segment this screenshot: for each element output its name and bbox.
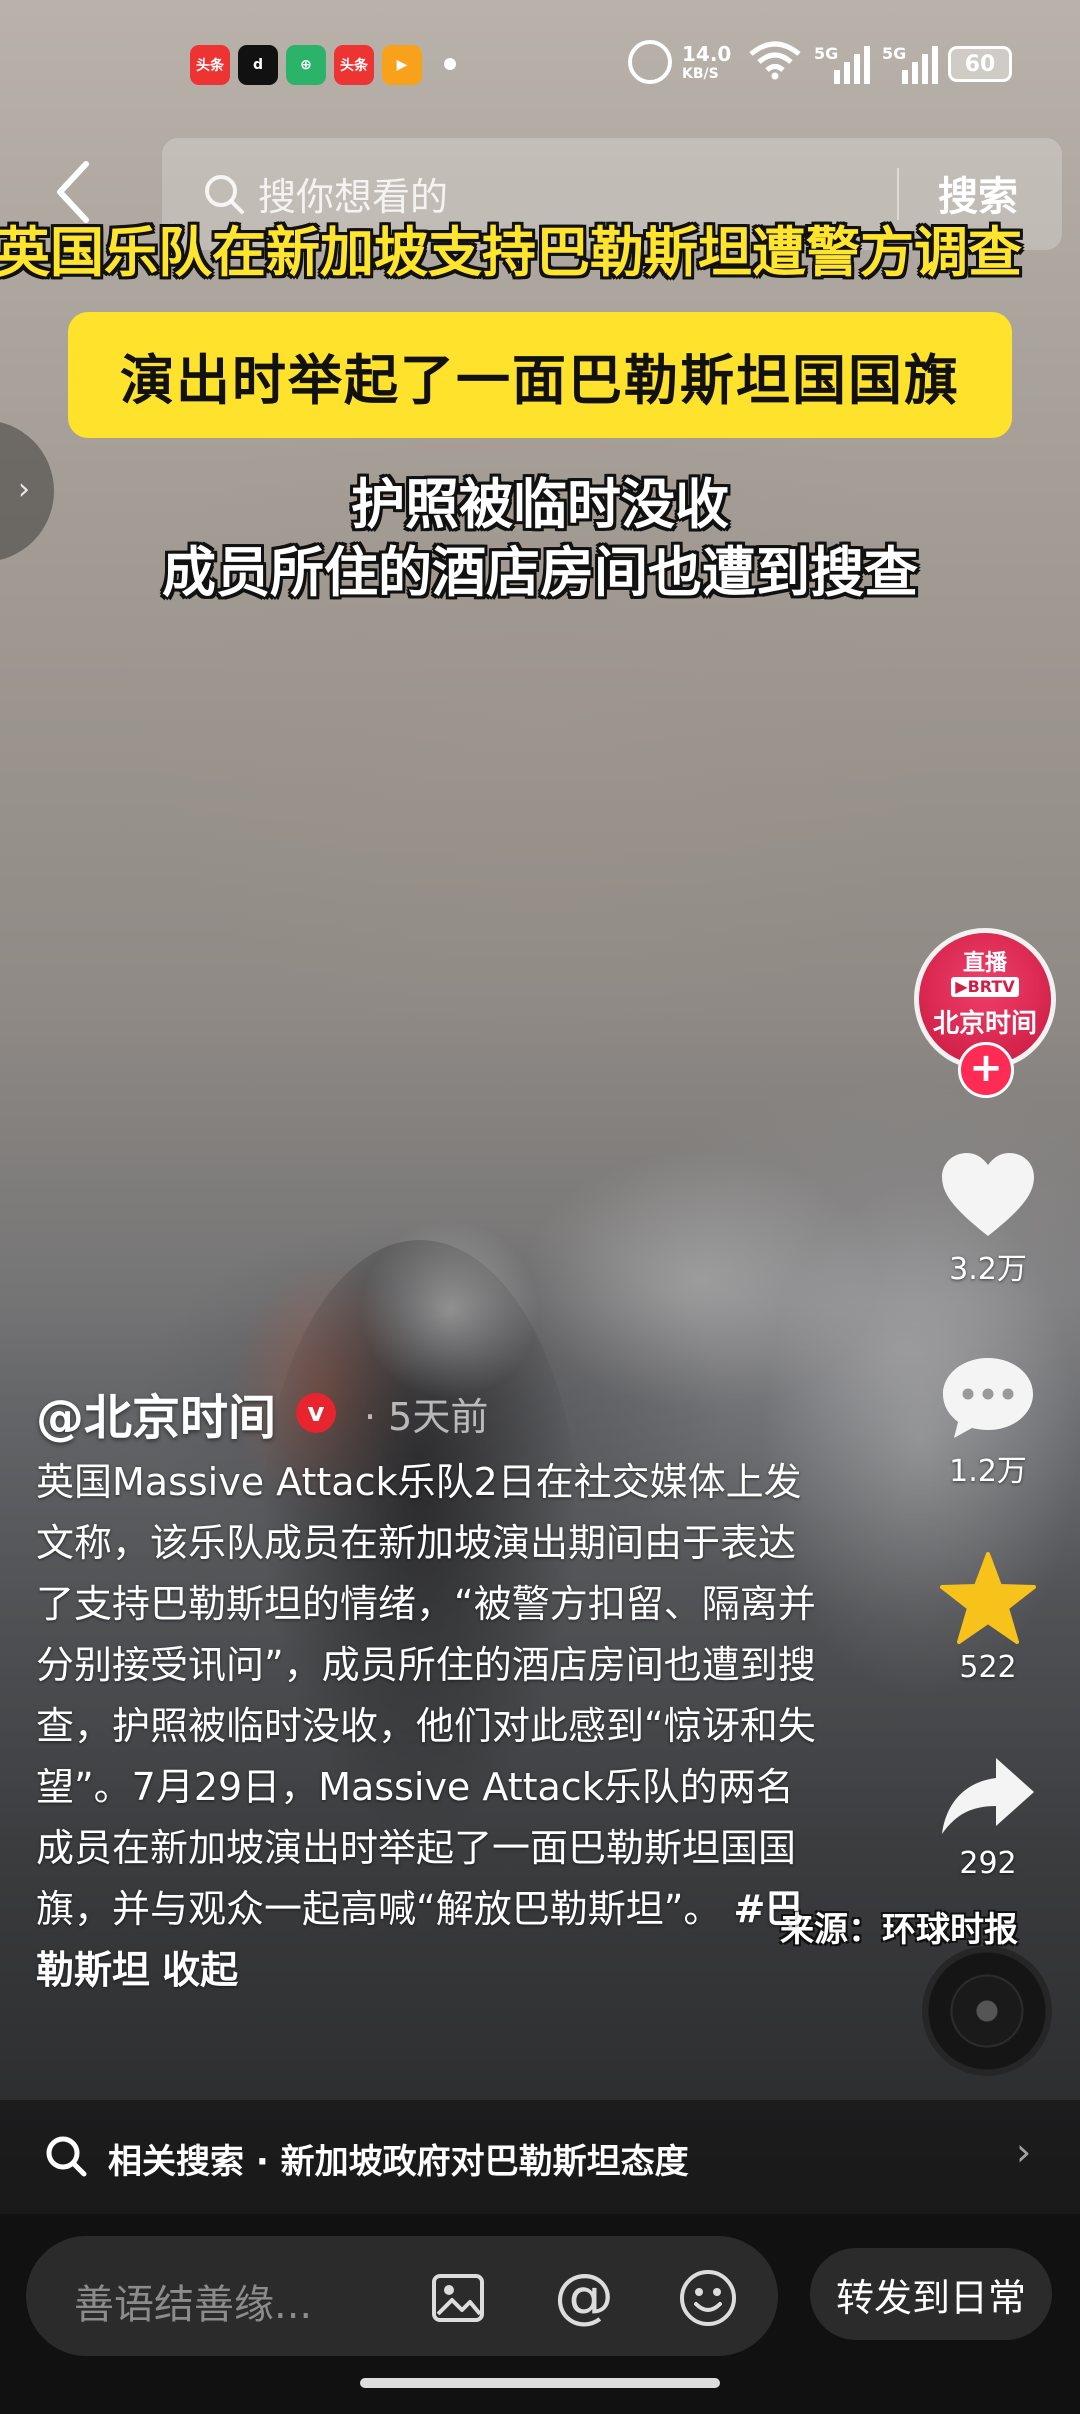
battery-icon: 60 bbox=[948, 46, 1012, 82]
video-caption-highlight: 演出时举起了一面巴勒斯坦国国旗 bbox=[120, 348, 960, 412]
author-row: @北京时间 v · 5天前 bbox=[36, 1378, 488, 1448]
heart-icon bbox=[942, 1153, 1034, 1236]
live-badge: 直播 bbox=[962, 951, 1007, 976]
comment-count: 1.2万 bbox=[949, 1454, 1027, 1489]
video-caption-box: 演出时举起了一面巴勒斯坦国国旗 bbox=[68, 312, 1012, 438]
verified-badge-icon: v bbox=[296, 1393, 337, 1433]
search-icon bbox=[46, 2136, 87, 2177]
chevron-right-icon: › bbox=[1016, 2130, 1032, 2174]
video-app-icon: ▶ bbox=[382, 45, 422, 85]
alarm-icon bbox=[628, 40, 672, 84]
related-search-text: 相关搜索 · 新加坡政府对巴勒斯坦态度 bbox=[108, 2142, 689, 2182]
comment-button[interactable]: 1.2万 bbox=[918, 1352, 1058, 1490]
favorite-count: 522 bbox=[959, 1650, 1017, 1685]
related-search-bar[interactable]: 相关搜索 · 新加坡政府对巴勒斯坦态度 › bbox=[0, 2100, 1080, 2214]
share-arrow-icon bbox=[942, 1758, 1034, 1834]
comment-placeholder: 善语结善缘... bbox=[74, 2282, 313, 2328]
signal-sim2-icon: 5G bbox=[882, 44, 938, 84]
comment-icon bbox=[943, 1358, 1033, 1438]
brtv-logo: ▶BRTV bbox=[951, 977, 1019, 997]
emoji-icon[interactable] bbox=[678, 2268, 738, 2328]
music-disc-icon[interactable] bbox=[922, 1946, 1052, 2076]
post-time: · 5天前 bbox=[364, 1394, 489, 1439]
favorite-button[interactable]: 522 bbox=[918, 1550, 1058, 1685]
star-icon bbox=[940, 1552, 1036, 1644]
author-name[interactable]: @北京时间 bbox=[36, 1378, 276, 1448]
video-headline: 英国乐队在新加坡支持巴勒斯坦遭警方调查 bbox=[0, 221, 1022, 284]
description-text: 英国Massive Attack乐队2日在社交媒体上发文称，该乐队成员在新加坡演… bbox=[36, 1460, 816, 1931]
avatar-channel-name: 北京时间 bbox=[932, 1009, 1037, 1039]
video-caption-line-2: 成员所住的酒店房间也遭到搜查 bbox=[162, 541, 918, 604]
toutiao-lite-app-icon: 头条 bbox=[334, 45, 374, 85]
like-button[interactable]: 3.2万 bbox=[918, 1150, 1058, 1288]
battery-app-icon: ⊕ bbox=[286, 45, 326, 85]
share-button[interactable]: 292 bbox=[918, 1752, 1058, 1881]
share-count: 292 bbox=[959, 1846, 1017, 1881]
net-speed-value: 14.0 bbox=[682, 42, 732, 66]
network-speed: 14.0 KB/S bbox=[682, 40, 731, 88]
bottom-bar: 善语结善缘... @ 转发到日常 bbox=[0, 2214, 1080, 2414]
signal-sim1-icon: 5G bbox=[814, 44, 870, 84]
status-bar: 头条 d ⊕ 头条 ▶ 14.0 KB/S 5G 5G 60 bbox=[0, 0, 1080, 128]
toutiao-app-icon: 头条 bbox=[190, 45, 230, 85]
wifi-icon bbox=[749, 41, 801, 80]
forward-to-daily-button[interactable]: 转发到日常 bbox=[810, 2248, 1052, 2340]
follow-button[interactable]: + bbox=[958, 1042, 1014, 1098]
home-indicator[interactable] bbox=[360, 2378, 720, 2388]
collapse-button[interactable]: 收起 bbox=[162, 1948, 238, 1992]
chevron-right-icon: › bbox=[18, 472, 30, 507]
image-icon[interactable] bbox=[430, 2270, 486, 2326]
post-description[interactable]: 英国Massive Attack乐队2日在社交媒体上发文称，该乐队成员在新加坡演… bbox=[36, 1452, 816, 2001]
more-notifications-dot bbox=[444, 58, 456, 70]
net-speed-unit: KB/S bbox=[682, 66, 719, 82]
comment-input[interactable]: 善语结善缘... @ bbox=[26, 2236, 778, 2356]
like-count: 3.2万 bbox=[949, 1252, 1027, 1287]
douyin-app-icon: d bbox=[238, 45, 278, 85]
mention-icon[interactable]: @ bbox=[554, 2266, 614, 2326]
